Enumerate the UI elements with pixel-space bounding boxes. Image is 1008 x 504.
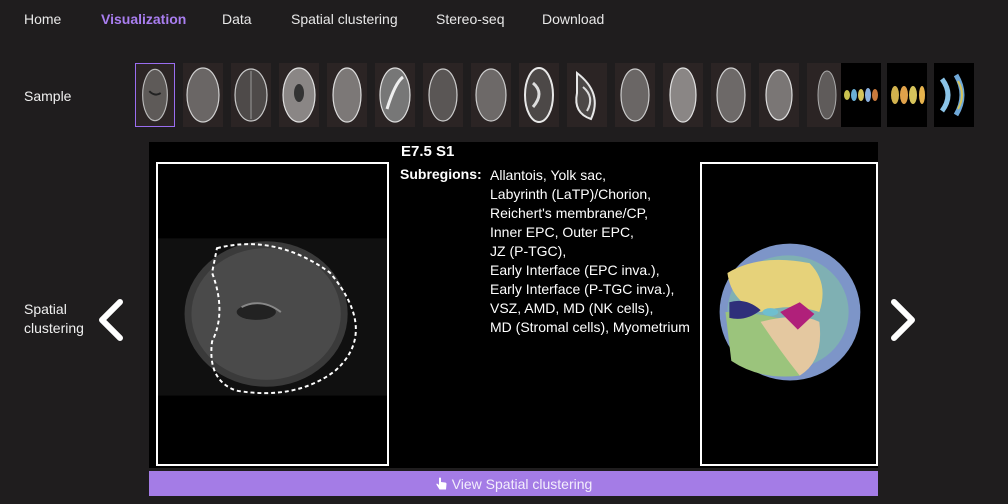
- sample-thumbnail[interactable]: [711, 63, 751, 127]
- cluster-map-image: [719, 243, 861, 381]
- tissue-image-frame: [156, 162, 389, 466]
- subregion-line: Labyrinth (LaTP)/Chorion,: [490, 186, 652, 202]
- sample-thumbnail[interactable]: [615, 63, 655, 127]
- spatial-label-line2: clustering: [24, 320, 84, 336]
- subregion-line: Allantois, Yolk sac,: [490, 167, 606, 183]
- subregion-line: VSZ, AMD, MD (NK cells),: [490, 300, 654, 316]
- tissue-section-image: [158, 238, 387, 396]
- view-spatial-clustering-button[interactable]: View Spatial clustering: [149, 471, 878, 496]
- sample-thumbnail[interactable]: [375, 63, 415, 127]
- subregions-label: Subregions:: [400, 166, 482, 182]
- sample-title: E7.5 S1: [401, 143, 455, 160]
- nav-visualization[interactable]: Visualization: [101, 11, 186, 27]
- subregion-line: Reichert's membrane/CP,: [490, 205, 649, 221]
- subregions-list: Allantois, Yolk sac, Labyrinth (LaTP)/Ch…: [490, 166, 710, 337]
- subregion-line: Early Interface (EPC inva.),: [490, 262, 660, 278]
- nav-stereo-seq[interactable]: Stereo-seq: [436, 11, 504, 27]
- sample-thumbnail[interactable]: [519, 63, 559, 127]
- view-button-label: View Spatial clustering: [451, 475, 593, 492]
- spatial-clustering-panel: E7.5 S1 Subregions: Allantois, Yolk sac,…: [149, 142, 878, 468]
- sample-thumbnail[interactable]: [759, 63, 799, 127]
- cluster-map-frame: [700, 162, 878, 466]
- sample-thumbnail[interactable]: [934, 63, 974, 127]
- sample-thumbnail[interactable]: [327, 63, 367, 127]
- sample-thumbnail[interactable]: [887, 63, 927, 127]
- sample-thumbnail[interactable]: [231, 63, 271, 127]
- sample-thumbnail-strip: [135, 63, 975, 129]
- sample-thumbnail[interactable]: [471, 63, 511, 127]
- sample-label: Sample: [24, 88, 72, 104]
- sample-thumbnail[interactable]: [423, 63, 463, 127]
- subregion-line: Early Interface (P-TGC inva.),: [490, 281, 675, 297]
- sample-thumbnail[interactable]: [567, 63, 607, 127]
- chevron-right-icon[interactable]: [888, 298, 918, 342]
- hand-pointer-icon: [436, 477, 447, 489]
- nav-spatial-clustering[interactable]: Spatial clustering: [291, 11, 398, 27]
- sample-thumbnail[interactable]: [279, 63, 319, 127]
- top-nav: Home Visualization Data Spatial clusteri…: [0, 0, 1008, 40]
- nav-home[interactable]: Home: [24, 11, 61, 27]
- sample-thumbnail[interactable]: [183, 63, 223, 127]
- sample-thumbnail[interactable]: [841, 63, 881, 127]
- spatial-label-line1: Spatial: [24, 301, 67, 317]
- nav-data[interactable]: Data: [222, 11, 252, 27]
- subregion-line: JZ (P-TGC),: [490, 243, 567, 259]
- subregion-line: MD (Stromal cells), Myometrium: [490, 319, 690, 335]
- sample-thumbnail[interactable]: [663, 63, 703, 127]
- nav-download[interactable]: Download: [542, 11, 604, 27]
- sample-thumbnail[interactable]: [135, 63, 175, 127]
- spatial-clustering-label: Spatial clustering: [24, 300, 84, 338]
- chevron-left-icon[interactable]: [96, 298, 126, 342]
- subregion-line: Inner EPC, Outer EPC,: [490, 224, 634, 240]
